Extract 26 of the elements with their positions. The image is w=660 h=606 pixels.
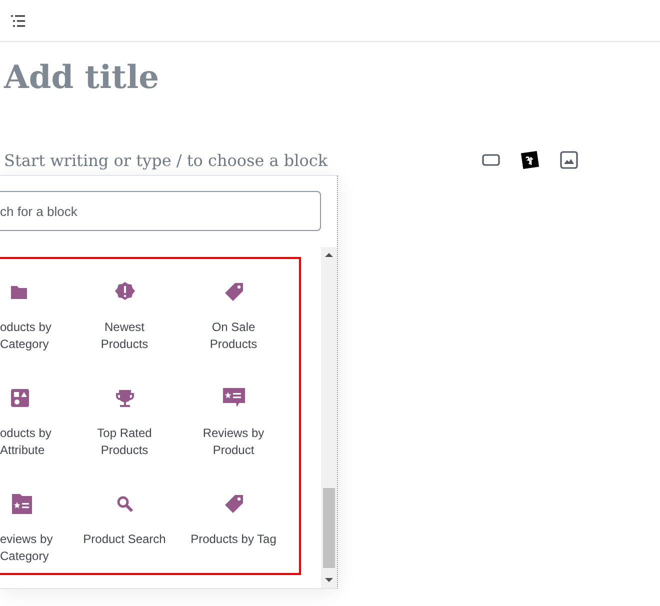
tag-icon: [224, 282, 244, 302]
review-icon: [222, 387, 246, 409]
script-character-icon[interactable]: [520, 150, 540, 170]
search-icon: [116, 495, 134, 513]
alert-badge-icon: [114, 281, 136, 303]
block-item[interactable]: Product Search: [70, 487, 179, 593]
trophy-icon: [114, 388, 134, 408]
paragraph-placeholder[interactable]: Start writing or type / to choose a block: [4, 150, 424, 170]
tag-icon: [224, 494, 244, 514]
list-view-icon[interactable]: [11, 14, 25, 26]
folder-review-icon: [10, 493, 34, 515]
title-field[interactable]: Add title: [4, 56, 159, 98]
block-item[interactable]: eviews by Category: [0, 487, 70, 593]
block-item[interactable]: oducts by Attribute: [0, 381, 70, 487]
block-item[interactable]: Reviews by Product: [179, 381, 288, 487]
shapes-icon: [10, 388, 30, 408]
folder-icon: [10, 284, 28, 300]
image-icon[interactable]: [560, 151, 578, 169]
block-item[interactable]: Products by Tag: [179, 487, 288, 593]
block-item[interactable]: Top Rated Products: [70, 381, 179, 487]
block-item[interactable]: oducts by Category: [0, 275, 70, 381]
scrollbar[interactable]: [321, 247, 337, 588]
block-item[interactable]: Newest Products: [70, 275, 179, 381]
search-field[interactable]: ch for a block: [0, 191, 321, 231]
block-item[interactable]: On Sale Products: [179, 275, 288, 381]
rectangle-icon[interactable]: [482, 154, 500, 166]
